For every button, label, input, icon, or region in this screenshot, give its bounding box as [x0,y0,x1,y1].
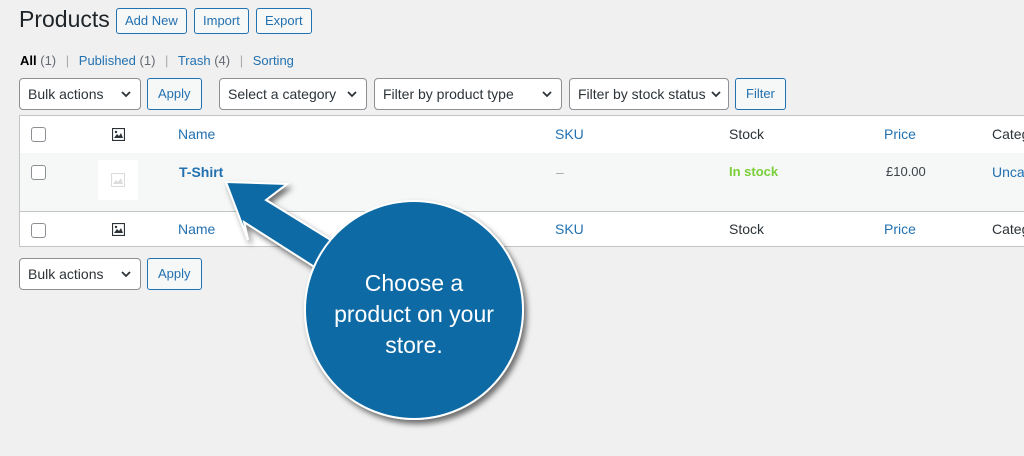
callout-line: product on your [334,301,494,327]
callout-line: Choose a [364,270,464,296]
callout-arrow [224,180,524,420]
callout-text: Choose a product on your store. [303,268,525,361]
callout-line: store. [385,332,443,358]
